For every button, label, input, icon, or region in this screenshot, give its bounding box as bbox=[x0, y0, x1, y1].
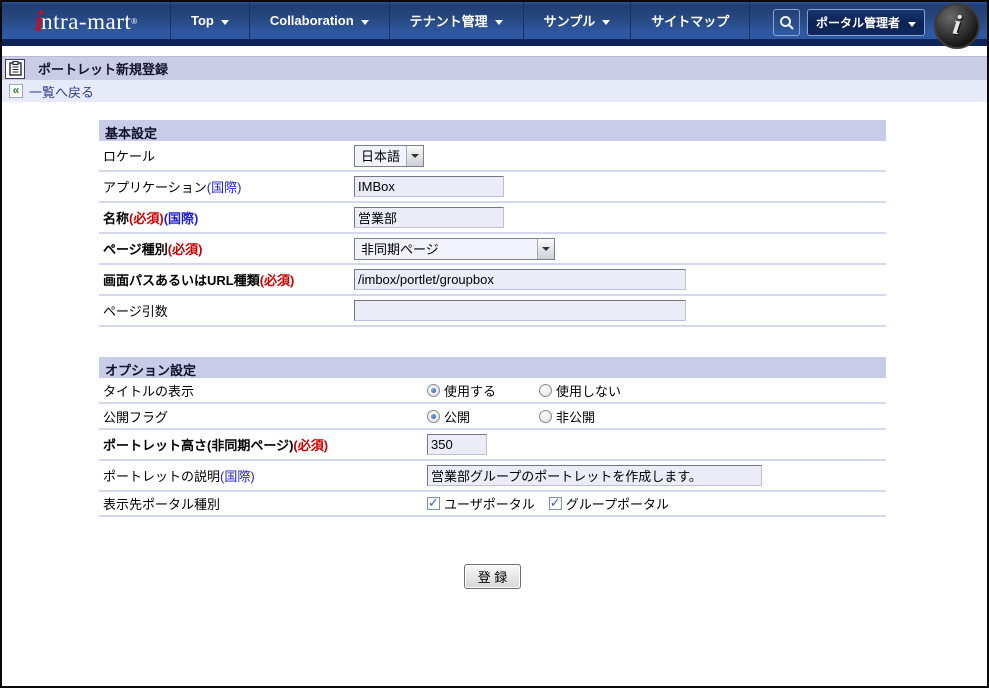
row-locale: ロケール 日本語 bbox=[99, 141, 886, 172]
back-to-list-link[interactable]: 一覧へ戻る bbox=[29, 82, 94, 101]
field-label: 公開フラグ bbox=[99, 407, 427, 426]
field-label: 名称(必須)(国際) bbox=[99, 208, 354, 227]
page-args-input[interactable] bbox=[354, 300, 686, 321]
chevron-down-icon bbox=[908, 22, 916, 27]
nav-label: Collaboration bbox=[270, 13, 354, 28]
badge-i-glyph: i bbox=[951, 12, 963, 41]
nav-label: サイトマップ bbox=[651, 11, 729, 30]
field-label: ポートレット高さ(非同期ページ)(必須) bbox=[99, 435, 427, 454]
row-name: 名称(必須)(国際) bbox=[99, 203, 886, 234]
row-application: アプリケーション(国際) bbox=[99, 172, 886, 203]
row-description: ポートレットの説明(国際) bbox=[99, 461, 886, 492]
portlet-height-input[interactable] bbox=[427, 434, 487, 455]
checkbox-icon bbox=[427, 497, 440, 510]
radio-icon bbox=[539, 410, 552, 423]
chevron-down-icon bbox=[361, 20, 369, 25]
navbar-bottom-strip bbox=[2, 39, 987, 46]
field-label: アプリケーション(国際) bbox=[99, 177, 354, 196]
search-button[interactable] bbox=[773, 9, 800, 36]
chevron-down-icon bbox=[411, 154, 419, 158]
row-screen-path: 画面パスあるいはURL種類(必須) bbox=[99, 265, 886, 296]
radio-icon bbox=[427, 384, 440, 397]
page-titlebar: ポートレット新規登録 bbox=[2, 56, 987, 80]
radio-title-hide[interactable]: 使用しない bbox=[539, 381, 621, 400]
top-navbar: intra-mart® Top Collaboration テナント管理 サンプ… bbox=[2, 2, 987, 46]
back-link-bar: « 一覧へ戻る bbox=[2, 80, 987, 102]
registered-mark: ® bbox=[131, 17, 137, 27]
portlet-form: 基本設定 ロケール 日本語 アプリケーション(国際) 名称(必須)(国際) bbox=[99, 120, 886, 589]
role-dropdown-value: ポータル管理者 bbox=[816, 14, 900, 31]
field-label: ロケール bbox=[99, 146, 354, 165]
name-input[interactable] bbox=[354, 207, 504, 228]
row-page-type: ページ種別(必須) 非同期ページ bbox=[99, 234, 886, 265]
logo-text: ntra-mart bbox=[41, 9, 131, 35]
field-label: ページ引数 bbox=[99, 301, 354, 320]
nav-label: サンプル bbox=[544, 11, 596, 30]
field-label: タイトルの表示 bbox=[99, 381, 427, 400]
nav-item-tenant-admin[interactable]: テナント管理 bbox=[389, 2, 523, 39]
app-window: intra-mart® Top Collaboration テナント管理 サンプ… bbox=[0, 0, 989, 688]
nav-item-collaboration[interactable]: Collaboration bbox=[249, 2, 389, 39]
page-title: ポートレット新規登録 bbox=[38, 59, 168, 78]
radio-private[interactable]: 非公開 bbox=[539, 407, 595, 426]
field-label: ページ種別(必須) bbox=[99, 239, 354, 258]
radio-icon bbox=[427, 410, 440, 423]
checkbox-group-portal[interactable]: グループポータル bbox=[549, 494, 669, 513]
nav-label: テナント管理 bbox=[410, 11, 488, 30]
locale-select-value: 日本語 bbox=[355, 146, 406, 165]
section-header-basic: 基本設定 bbox=[99, 120, 886, 141]
checkbox-user-portal[interactable]: ユーザポータル bbox=[427, 494, 535, 513]
back-arrow-icon[interactable]: « bbox=[9, 84, 23, 98]
chevron-down-icon bbox=[542, 247, 550, 251]
clipboard-icon bbox=[5, 59, 25, 79]
field-label: ポートレットの説明(国際) bbox=[99, 466, 427, 485]
row-public-flag: 公開フラグ 公開 非公開 bbox=[99, 404, 886, 430]
select-arrow-button[interactable] bbox=[537, 239, 554, 259]
search-icon bbox=[779, 15, 795, 31]
page-type-select-value: 非同期ページ bbox=[355, 239, 445, 258]
field-label: 表示先ポータル種別 bbox=[99, 494, 427, 513]
nav-item-sample[interactable]: サンプル bbox=[523, 2, 631, 39]
description-input[interactable] bbox=[427, 465, 762, 486]
row-portal-type: 表示先ポータル種別 ユーザポータル グループポータル bbox=[99, 492, 886, 517]
chevron-down-icon bbox=[221, 20, 229, 25]
role-dropdown[interactable]: ポータル管理者 bbox=[807, 9, 925, 36]
nav-label: Top bbox=[191, 13, 214, 28]
radio-public[interactable]: 公開 bbox=[427, 407, 539, 426]
checkbox-icon bbox=[549, 497, 562, 510]
submit-area: 登 録 bbox=[99, 564, 886, 589]
application-input[interactable] bbox=[354, 176, 504, 197]
screen-path-input[interactable] bbox=[354, 269, 686, 290]
intra-mart-badge-icon[interactable]: i bbox=[934, 3, 980, 49]
field-label: 画面パスあるいはURL種類(必須) bbox=[99, 270, 354, 289]
row-title-display: タイトルの表示 使用する 使用しない bbox=[99, 378, 886, 404]
chevron-down-icon bbox=[602, 20, 610, 25]
radio-icon bbox=[539, 384, 552, 397]
spacer bbox=[2, 46, 987, 56]
register-button[interactable]: 登 録 bbox=[464, 564, 522, 589]
nav-item-sitemap[interactable]: サイトマップ bbox=[630, 2, 750, 39]
select-arrow-button[interactable] bbox=[406, 146, 423, 166]
radio-title-show[interactable]: 使用する bbox=[427, 381, 539, 400]
row-page-args: ページ引数 bbox=[99, 296, 886, 327]
row-portlet-height: ポートレット高さ(非同期ページ)(必須) bbox=[99, 430, 886, 461]
chevron-down-icon bbox=[495, 20, 503, 25]
intra-mart-logo[interactable]: intra-mart® bbox=[2, 2, 170, 39]
nav-item-top[interactable]: Top bbox=[170, 2, 249, 39]
page-type-select[interactable]: 非同期ページ bbox=[354, 238, 555, 260]
locale-select[interactable]: 日本語 bbox=[354, 145, 424, 167]
section-header-options: オプション設定 bbox=[99, 357, 886, 378]
